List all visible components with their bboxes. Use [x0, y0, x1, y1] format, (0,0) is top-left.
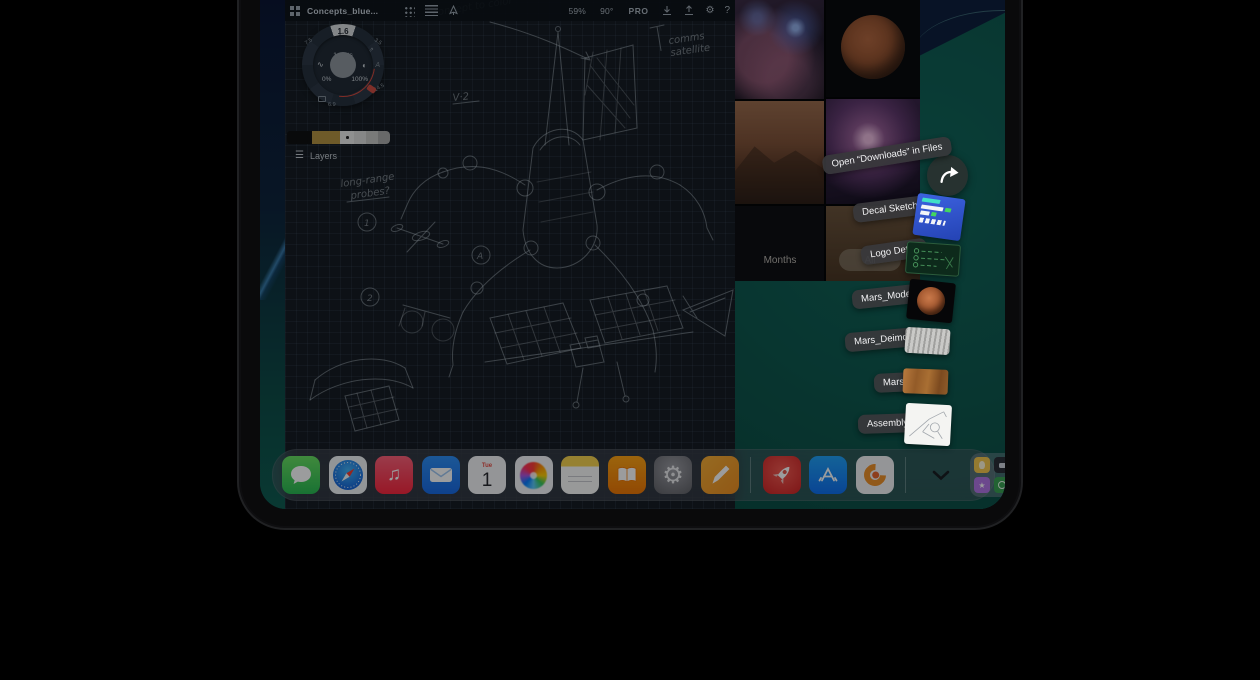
drag-thumb-assembly[interactable]: [904, 403, 952, 446]
drag-layer: Open “Downloads” in Files Decal Sketches…: [260, 0, 1005, 509]
drag-thumb-decal-sketches[interactable]: [912, 193, 965, 241]
assembly-sketch: [904, 403, 952, 446]
logo-detail-sketch: [906, 242, 960, 276]
drag-thumb-mars-deimos[interactable]: [904, 327, 950, 355]
drag-thumb-logo-detail[interactable]: [905, 241, 961, 277]
drag-thumb-mars[interactable]: [903, 368, 949, 395]
stage: concept to color comms satellite V·2 lon…: [0, 0, 1260, 680]
ipad-screen: concept to color comms satellite V·2 lon…: [260, 0, 1005, 509]
drag-share-button[interactable]: [927, 155, 968, 196]
forward-arrow-icon: [935, 163, 961, 189]
drag-thumb-mars-model[interactable]: [906, 279, 956, 324]
